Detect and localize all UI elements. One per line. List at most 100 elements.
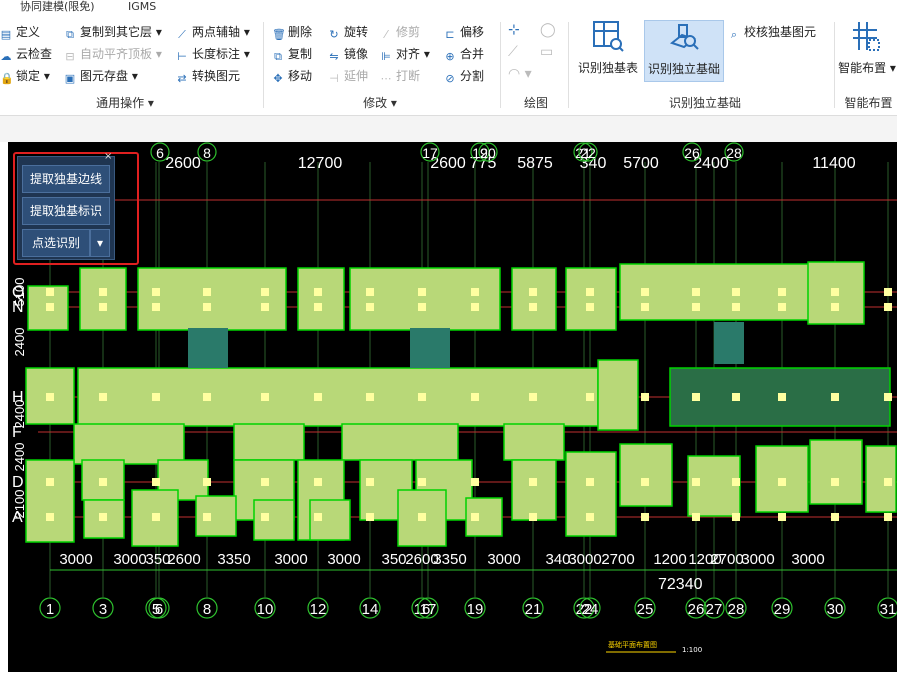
auto-align-top-button[interactable]: ⊟ 自动平齐顶板 ▾	[64, 44, 161, 64]
tab-collab-modeling[interactable]: 协同建模(限免)	[20, 0, 95, 14]
bottom-dimension-text: 2600	[167, 551, 200, 568]
convert-icon: ⇄	[177, 72, 187, 85]
footing	[619, 263, 817, 321]
column	[99, 288, 107, 296]
left-dimension-text: 2400	[12, 328, 27, 357]
column	[261, 478, 269, 486]
column	[884, 513, 892, 521]
extend-button[interactable]: ⊣ 延伸	[328, 66, 368, 86]
bottom-dimension-text: 1200	[653, 551, 686, 568]
smart-layout-button[interactable]: 智能布置 ▾	[838, 20, 896, 80]
column	[732, 288, 740, 296]
length-dimension-button[interactable]: ⊢ 长度标注 ▾	[176, 44, 250, 64]
two-point-axis-button[interactable]: ⟋ 两点辅轴 ▾	[176, 22, 250, 42]
draw-circle-icon[interactable]: ◯	[540, 22, 556, 38]
axis-label: 28	[726, 145, 742, 161]
footing	[137, 267, 287, 331]
footing	[503, 423, 565, 461]
group-label-identify: 识别独立基础	[668, 96, 741, 110]
cloud-check-button[interactable]: ☁ 云检查	[0, 44, 53, 64]
column	[418, 393, 426, 401]
column	[831, 478, 839, 486]
copy-icon: ⧉	[274, 50, 282, 63]
break-button[interactable]: ⋯ 打断	[380, 66, 421, 86]
extract-footing-edges-button[interactable]: 提取独基边线	[22, 165, 110, 193]
column	[99, 303, 107, 311]
copy-to-other-floor-button[interactable]: ⧉ 复制到其它层 ▾	[64, 22, 162, 42]
bottom-dimension-text: 3350	[433, 551, 466, 568]
column-fill	[188, 328, 228, 368]
axis-label: 17	[420, 601, 437, 618]
column	[366, 513, 374, 521]
drawing-title: 基础平面布置图	[608, 640, 657, 649]
column	[831, 513, 839, 521]
draw-arc-icon[interactable]: ◠ ▾	[508, 66, 532, 82]
bottom-dimension-text: 3000	[741, 551, 774, 568]
align-top-icon: ⊟	[65, 50, 75, 63]
top-dimension-text: 12700	[298, 155, 343, 172]
column	[529, 478, 537, 486]
axis-label: 28	[728, 601, 745, 618]
offset-icon: ⊏	[445, 28, 455, 41]
column	[529, 513, 537, 521]
extract-footing-labels-button[interactable]: 提取独基标识	[22, 197, 110, 225]
column	[692, 513, 700, 521]
top-dimension-text: 5875	[517, 155, 553, 172]
group-label-smart: 智能布置	[844, 96, 893, 110]
divider	[568, 22, 569, 108]
column	[692, 393, 700, 401]
column	[203, 288, 211, 296]
draw-line-icon[interactable]: ⟋	[508, 44, 518, 60]
draw-point-icon[interactable]: ⊹	[508, 22, 520, 38]
cad-canvas[interactable]: 2600 12700 2600 775 5875 340 5700 2400 11400 3000…	[8, 142, 897, 672]
bottom-dimension-text: 3000	[274, 551, 307, 568]
axis-label: 30	[827, 601, 844, 618]
top-dimension-text: 2600	[165, 155, 201, 172]
merge-button[interactable]: ⊕ 合并	[444, 44, 484, 64]
axis-label: 27	[706, 601, 723, 618]
axis-label: 14	[362, 601, 379, 618]
ribbon-gap	[0, 116, 897, 142]
axis-icon: ⟋	[178, 28, 186, 41]
point-identify-button[interactable]: 点选识别	[22, 229, 90, 257]
rotate-button[interactable]: ↻ 旋转	[328, 22, 368, 42]
trim-button[interactable]: ⁄ 修剪	[380, 22, 420, 42]
delete-button[interactable]: 🗑 删除	[272, 22, 312, 42]
identify-footing-table-button[interactable]: 识别独基表	[574, 20, 642, 80]
column	[471, 513, 479, 521]
define-button[interactable]: ▤ 定义	[0, 22, 40, 42]
column-fill	[410, 328, 450, 368]
bottom-dimension-text: 340	[545, 551, 570, 568]
split-button[interactable]: ⊘ 分割	[444, 66, 484, 86]
column	[884, 288, 892, 296]
align-button[interactable]: ⊫ 对齐 ▾	[380, 44, 430, 64]
column	[471, 303, 479, 311]
mirror-button[interactable]: ⇋ 镜像	[328, 44, 368, 64]
tab-igms[interactable]: IGMS	[128, 0, 156, 14]
panel-body: × 提取独基边线 提取独基标识 点选识别 ▾	[17, 151, 115, 260]
left-strip	[0, 142, 8, 672]
convert-elements-button[interactable]: ⇄ 转换图元	[176, 66, 240, 86]
axis-label: 3	[99, 601, 107, 618]
verify-footing-button[interactable]: ⌕ 校核独基图元	[728, 22, 816, 42]
copy-button[interactable]: ⧉ 复制	[272, 44, 312, 64]
identify-isolated-footing-button[interactable]: 识别独立基础	[644, 20, 724, 82]
chevron-down-icon[interactable]: ▾	[90, 229, 110, 257]
delete-icon: 🗑	[272, 28, 286, 41]
column	[529, 288, 537, 296]
column	[261, 288, 269, 296]
column	[884, 478, 892, 486]
ribbon: ▤ 定义 ☁ 云检查 🔒 锁定 ▾ ⧉ 复制到其它层 ▾ ⊟ 自动平齐顶板 ▾ ▣ 图元存盘…	[0, 16, 897, 116]
column	[641, 288, 649, 296]
close-icon[interactable]: ×	[104, 151, 112, 162]
column	[778, 393, 786, 401]
column	[152, 478, 160, 486]
save-elements-button[interactable]: ▣ 图元存盘 ▾	[64, 66, 138, 86]
column	[314, 393, 322, 401]
move-button[interactable]: ✥ 移动	[272, 66, 312, 86]
lock-button[interactable]: 🔒 锁定 ▾	[0, 66, 50, 86]
column	[732, 513, 740, 521]
column	[46, 393, 54, 401]
offset-button[interactable]: ⊏ 偏移	[444, 22, 484, 42]
draw-rect-icon[interactable]: ▭	[540, 44, 553, 60]
